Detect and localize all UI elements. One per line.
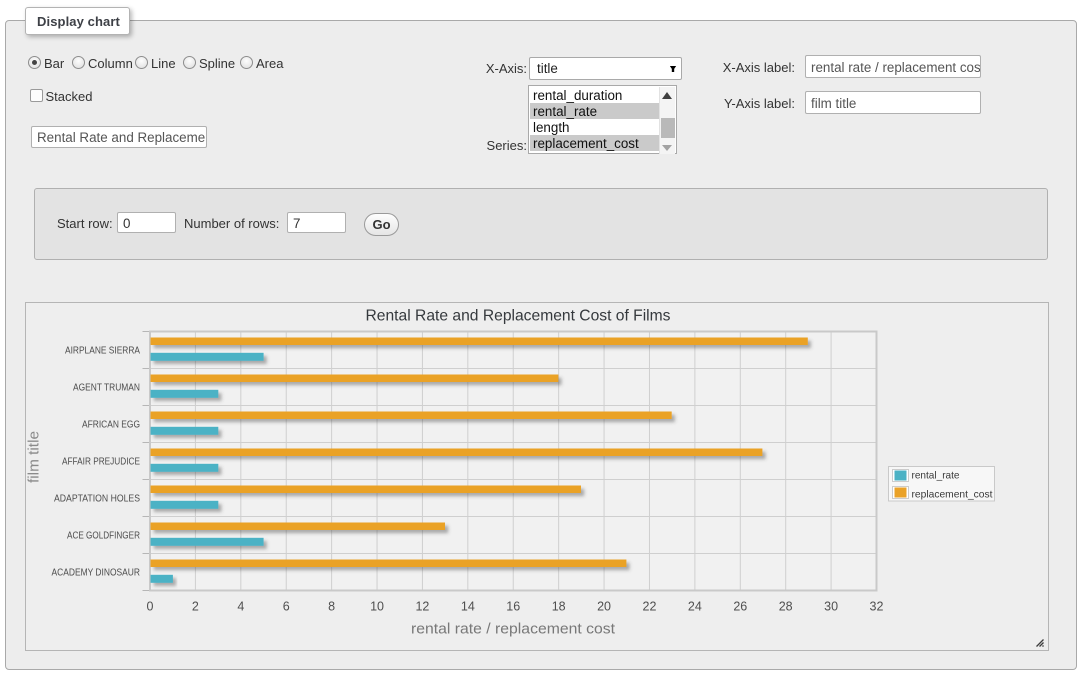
svg-text:22: 22 <box>643 600 657 614</box>
svg-text:AGENT TRUMAN: AGENT TRUMAN <box>73 383 140 394</box>
svg-text:14: 14 <box>461 600 475 614</box>
svg-text:2: 2 <box>192 600 199 614</box>
svg-text:26: 26 <box>733 600 747 614</box>
svg-text:ADAPTATION HOLES: ADAPTATION HOLES <box>54 494 140 505</box>
svg-text:12: 12 <box>415 600 429 614</box>
svg-text:AFFAIR PREJUDICE: AFFAIR PREJUDICE <box>62 457 140 468</box>
svg-text:30: 30 <box>824 600 838 614</box>
svg-text:film title: film title <box>27 431 43 483</box>
svg-text:0: 0 <box>147 600 154 614</box>
svg-text:Rental Rate and Replacement Co: Rental Rate and Replacement Cost of Film… <box>366 307 671 324</box>
svg-text:ACADEMY DINOSAUR: ACADEMY DINOSAUR <box>52 568 141 579</box>
svg-text:ACE GOLDFINGER: ACE GOLDFINGER <box>67 531 140 542</box>
svg-text:20: 20 <box>597 600 611 614</box>
svg-text:18: 18 <box>552 600 566 614</box>
svg-text:6: 6 <box>283 600 290 614</box>
svg-text:replacement_cost: replacement_cost <box>912 488 993 500</box>
svg-text:AFRICAN EGG: AFRICAN EGG <box>82 420 140 431</box>
svg-text:AIRPLANE SIERRA: AIRPLANE SIERRA <box>65 346 140 357</box>
svg-text:16: 16 <box>506 600 520 614</box>
svg-text:10: 10 <box>370 600 384 614</box>
svg-text:24: 24 <box>688 600 702 614</box>
svg-text:32: 32 <box>870 600 884 614</box>
svg-text:rental_rate: rental_rate <box>912 469 960 481</box>
svg-text:4: 4 <box>237 600 244 614</box>
svg-text:28: 28 <box>779 600 793 614</box>
svg-text:8: 8 <box>328 600 335 614</box>
svg-text:rental rate / replacement cost: rental rate / replacement cost <box>411 622 615 638</box>
